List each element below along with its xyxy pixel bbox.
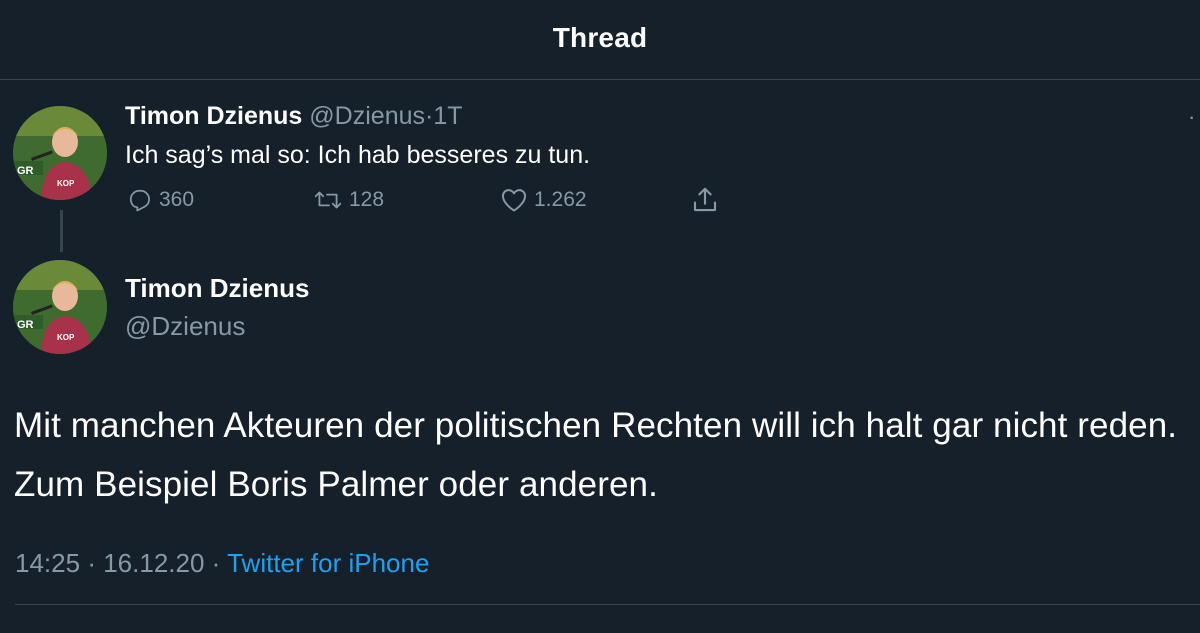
svg-text:GR: GR xyxy=(17,319,34,331)
thread-header: Thread xyxy=(0,0,1200,80)
reply-button[interactable]: 360 xyxy=(127,184,194,216)
retweet-icon xyxy=(314,191,342,209)
reply-count: 360 xyxy=(159,188,195,211)
tweet2-time[interactable]: 14:25 xyxy=(15,548,80,578)
tweet2-text: Mit manchen Akteuren der politischen Rec… xyxy=(14,406,1178,504)
svg-text:KOP: KOP xyxy=(57,333,75,342)
avatar[interactable]: GR KOP xyxy=(13,106,107,200)
share-button[interactable] xyxy=(690,184,720,216)
retweet-button[interactable]: 128 xyxy=(313,184,384,216)
tweet1-author-handle[interactable]: @Dzienus xyxy=(309,102,425,130)
tweet2-author-handle[interactable]: @Dzienus xyxy=(125,311,245,342)
divider xyxy=(15,604,1200,605)
tweet1-header: Timon Dzienus @Dzienus·1T xyxy=(125,102,463,131)
svg-text:GR: GR xyxy=(17,165,34,177)
avatar[interactable]: GR KOP xyxy=(13,260,107,354)
like-button[interactable]: 1.262 xyxy=(500,184,587,216)
avatar-photo-icon: GR KOP xyxy=(13,106,107,200)
meta-separator: · xyxy=(87,548,96,578)
more-icon[interactable]: · xyxy=(1188,104,1195,130)
tweet2-meta: 14:25 · 16.12.20 · Twitter for iPhone xyxy=(15,548,429,579)
like-icon xyxy=(501,189,527,212)
avatar-photo-icon: GR KOP xyxy=(13,260,107,354)
analytics-icon[interactable] xyxy=(1188,188,1191,212)
retweet-count: 128 xyxy=(349,188,385,211)
tweet1-author-name[interactable]: Timon Dzienus xyxy=(125,102,302,130)
tweet1-time[interactable]: 1T xyxy=(433,102,462,130)
like-count: 1.262 xyxy=(534,188,587,211)
reply-icon xyxy=(129,189,150,212)
tweet1-text: Ich sag’s mal so: Ich hab besseres zu tu… xyxy=(125,141,591,169)
svg-text:KOP: KOP xyxy=(57,179,75,188)
share-icon xyxy=(693,187,717,212)
meta-separator: · xyxy=(211,548,221,578)
thread-page: Thread GR KOP Timon Dzienus @Dzienus·1T … xyxy=(0,0,1200,633)
tweet2-date[interactable]: 16.12.20 xyxy=(103,548,204,578)
thread-connector-line xyxy=(60,210,63,252)
tweet2-author-name[interactable]: Timon Dzienus xyxy=(125,273,309,304)
header-title: Thread xyxy=(552,22,648,53)
tweet2-source-link[interactable]: Twitter for iPhone xyxy=(227,548,429,578)
